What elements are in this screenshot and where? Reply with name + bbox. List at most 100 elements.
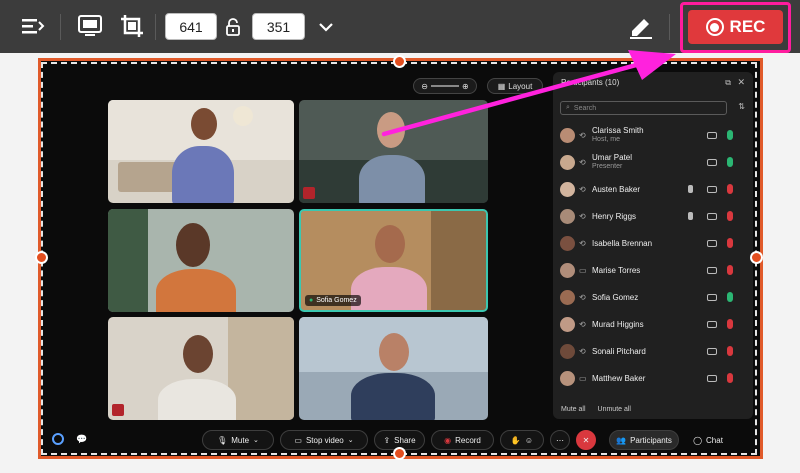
width-input[interactable]: 641 xyxy=(165,13,217,40)
participant-row[interactable]: ⟲ Sofia Gomez xyxy=(560,285,745,309)
record-button[interactable]: ◉ Record xyxy=(431,430,494,450)
mic-off-icon[interactable] xyxy=(727,238,733,248)
participant-role: Host, me xyxy=(592,136,621,143)
camera-icon xyxy=(707,293,717,301)
participant-name: Umar Patel xyxy=(592,153,633,162)
chevron-down-icon[interactable]: ⌄ xyxy=(253,436,259,444)
participant-row[interactable]: ⟲ Murad Higgins xyxy=(560,312,745,336)
participants-button[interactable]: 👥 Participants xyxy=(609,430,679,450)
zoom-slider[interactable]: ⊖ ⊕ xyxy=(413,78,477,94)
chevron-down-icon[interactable]: ⌄ xyxy=(348,436,354,444)
mic-off-icon[interactable] xyxy=(727,184,733,194)
screen-share-icon: ⟲ xyxy=(579,292,586,302)
participant-row[interactable]: ⟲ Henry Riggs xyxy=(560,204,745,228)
share-label: Share xyxy=(394,435,416,445)
stop-video-label: Stop video xyxy=(305,435,344,445)
participant-name: Clarissa Smith xyxy=(592,126,644,135)
emoji-icon: ☺ xyxy=(524,435,534,445)
participants-label: Participants xyxy=(630,435,672,445)
mic-off-icon[interactable] xyxy=(727,346,733,356)
avatar xyxy=(560,127,575,143)
participant-row[interactable]: ▭ Marise Torres xyxy=(560,258,745,282)
video-tile-3[interactable] xyxy=(108,209,294,312)
resize-handle-bottom[interactable] xyxy=(393,447,406,460)
app-status-icon[interactable] xyxy=(52,433,64,445)
participant-row[interactable]: ⟲ Austen Baker xyxy=(560,177,745,201)
rec-button[interactable]: REC xyxy=(688,10,783,44)
mic-off-icon[interactable] xyxy=(727,373,733,383)
tile-name-badge: ● Sofia Gomez xyxy=(305,295,361,306)
participant-name: Isabella Brennan xyxy=(592,238,653,248)
video-tile-4[interactable]: ● Sofia Gomez xyxy=(299,209,488,312)
avatar xyxy=(560,316,575,332)
resize-handle-top[interactable] xyxy=(393,55,406,68)
camera-icon xyxy=(707,212,717,220)
video-tile-2[interactable] xyxy=(299,100,488,203)
participant-role: Presenter xyxy=(592,163,623,170)
more-options-button[interactable]: ⋯ xyxy=(550,430,570,450)
search-icon: ⌕ xyxy=(566,104,570,111)
close-icon[interactable]: ✕ xyxy=(737,77,745,88)
zoom-track[interactable] xyxy=(431,85,459,87)
menu-collapse-icon[interactable] xyxy=(20,15,46,37)
participant-row[interactable]: ⟲ Sonali Pitchard xyxy=(560,339,745,363)
layout-grid-icon: ▦ xyxy=(497,81,506,91)
zoom-out-icon[interactable]: ⊖ xyxy=(421,82,428,91)
mic-on-icon: ● xyxy=(309,297,314,304)
screen-share-icon: ⟲ xyxy=(579,157,586,167)
screen-share-icon: ⟲ xyxy=(579,238,586,248)
panel-footer: Mute all Unmute all xyxy=(561,406,631,413)
height-input[interactable]: 351 xyxy=(252,13,305,40)
popout-icon[interactable]: ⧉ xyxy=(725,78,731,88)
camera-icon xyxy=(707,185,717,193)
chevron-down-icon[interactable] xyxy=(316,18,336,36)
mic-off-icon[interactable] xyxy=(727,265,733,275)
panel-title: Participants (10) xyxy=(561,78,620,87)
participant-row[interactable]: ▭ Matthew Baker xyxy=(560,366,745,390)
mic-on-icon[interactable] xyxy=(727,292,733,302)
reactions-button[interactable]: ✋ ☺ xyxy=(500,430,544,450)
participant-row[interactable]: ⟲ Clarissa Smith Host, me xyxy=(560,123,745,147)
mute-button[interactable]: 🎙 Mute ⌄ xyxy=(202,430,274,450)
record-icon xyxy=(705,18,724,36)
screen-share-icon: ⟲ xyxy=(579,319,586,329)
leave-meeting-button[interactable]: ✕ xyxy=(576,430,596,450)
chat-icon: ◯ xyxy=(693,435,703,445)
camera-icon xyxy=(707,266,717,274)
mic-off-icon[interactable] xyxy=(727,319,733,329)
mic-off-icon[interactable] xyxy=(727,211,733,221)
resize-handle-right[interactable] xyxy=(750,251,763,264)
video-tile-6[interactable] xyxy=(299,317,488,420)
camera-icon xyxy=(707,320,717,328)
stop-video-button[interactable]: ▭ Stop video ⌄ xyxy=(280,430,368,450)
unmute-all-button[interactable]: Unmute all xyxy=(598,406,631,413)
participant-name: Henry Riggs xyxy=(592,211,637,221)
aspect-lock-icon[interactable] xyxy=(224,17,242,37)
screen-share-icon: ⟲ xyxy=(579,346,586,356)
raise-hand-icon xyxy=(688,212,693,220)
region-select-icon[interactable] xyxy=(118,13,146,39)
ellipsis-icon: ⋯ xyxy=(556,435,564,445)
annotate-pen-icon[interactable] xyxy=(626,14,656,40)
fullscreen-icon[interactable] xyxy=(76,13,104,39)
mic-on-icon[interactable] xyxy=(727,130,733,140)
participant-row[interactable]: ⟲ Umar Patel Presenter xyxy=(560,150,745,174)
search-input[interactable]: ⌕ Search xyxy=(560,101,727,115)
sort-icon[interactable]: ⇅ xyxy=(738,102,745,111)
chat-button[interactable]: ◯ Chat xyxy=(686,430,730,450)
mute-all-button[interactable]: Mute all xyxy=(561,406,586,413)
zoom-in-icon[interactable]: ⊕ xyxy=(462,82,469,91)
layout-label: Layout xyxy=(508,81,533,91)
laptop-icon: ▭ xyxy=(579,373,587,383)
mic-on-icon[interactable] xyxy=(727,157,733,167)
chat-bubble-icon[interactable]: 💬 xyxy=(76,434,87,445)
search-placeholder: Search xyxy=(573,104,597,112)
participant-row[interactable]: ⟲ Isabella Brennan xyxy=(560,231,745,255)
raise-hand-icon xyxy=(688,185,693,193)
layout-button[interactable]: ▦ Layout xyxy=(487,78,543,94)
video-tile-1[interactable] xyxy=(108,100,294,203)
chat-label: Chat xyxy=(706,435,723,445)
participants-panel: Participants (10) ⧉ ✕ ⌕ Search ⇅ ⟲ Clari… xyxy=(553,72,753,419)
resize-handle-left[interactable] xyxy=(35,251,48,264)
video-tile-5[interactable] xyxy=(108,317,294,420)
